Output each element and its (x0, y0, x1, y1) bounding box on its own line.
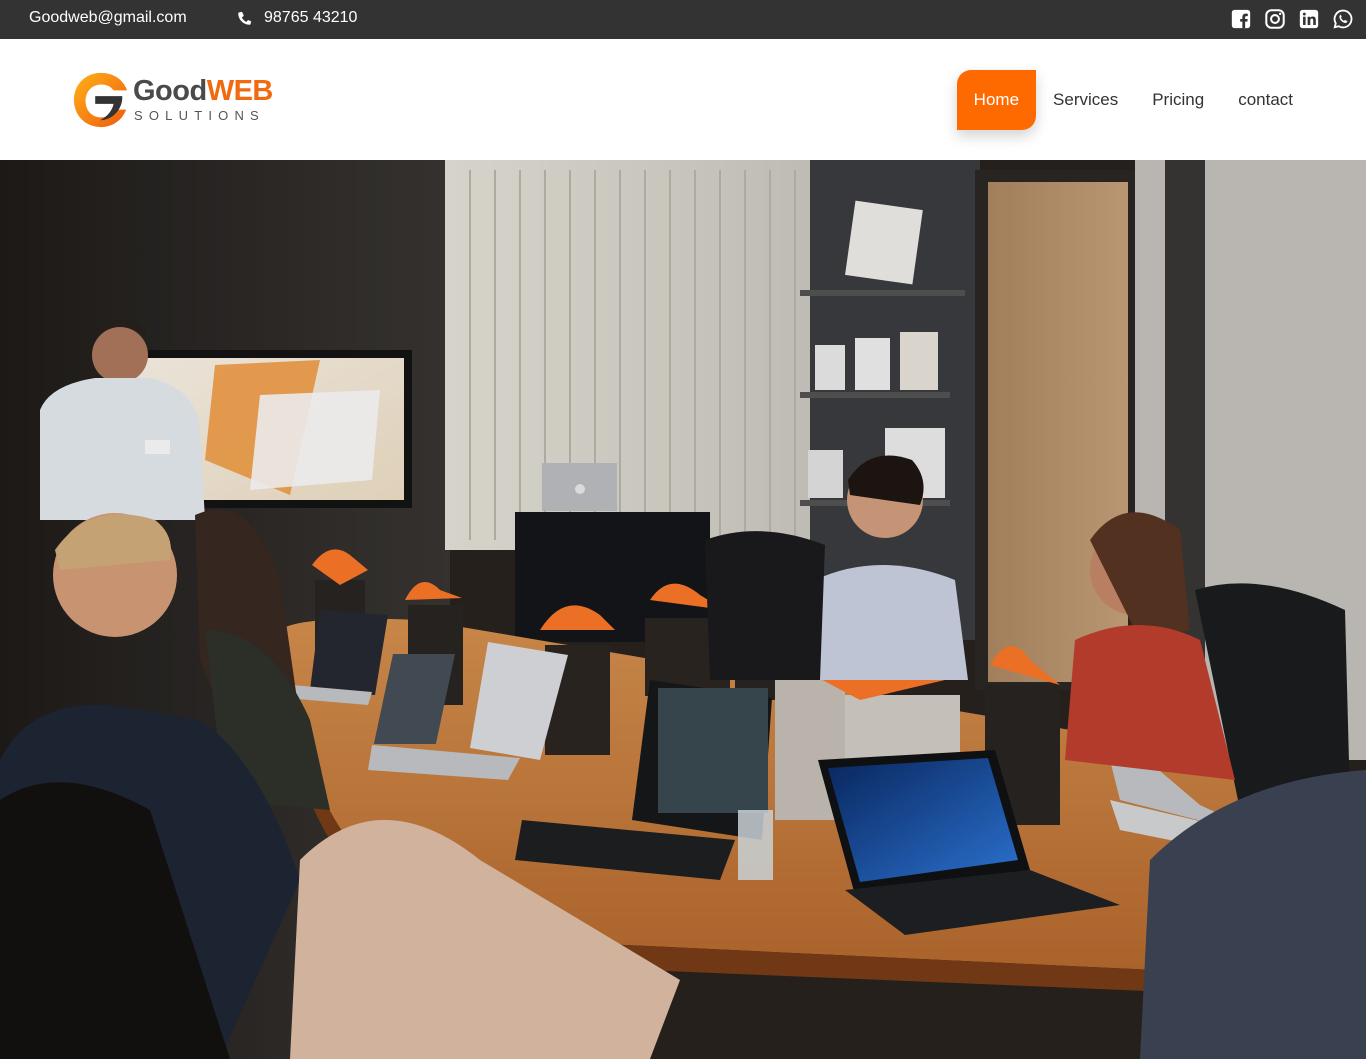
logo-tagline: SOLUTIONS (134, 108, 265, 123)
nav-home[interactable]: Home (956, 70, 1037, 130)
email-link[interactable]: Goodweb@gmail.com (29, 9, 187, 27)
hero-banner (0, 160, 1366, 1059)
linkedin-icon (1299, 9, 1319, 29)
logo-wordmark: GoodWEB (133, 75, 273, 108)
brand-logo[interactable]: GoodWEB SOLUTIONS (72, 71, 273, 131)
instagram-link[interactable] (1264, 8, 1286, 30)
logo-web-text: WEB (206, 75, 274, 107)
office-meeting-photo (0, 160, 1366, 1059)
main-navbar: GoodWEB SOLUTIONS Home Services Pricing … (0, 39, 1366, 160)
whatsapp-icon (1333, 9, 1353, 29)
nav-services[interactable]: Services (1036, 70, 1135, 130)
social-links (1218, 8, 1354, 30)
nav-pricing[interactable]: Pricing (1135, 70, 1221, 130)
phone-number: 98765 43210 (264, 9, 358, 26)
phone-contact[interactable]: 98765 43210 (236, 9, 357, 27)
whatsapp-link[interactable] (1332, 8, 1354, 30)
linkedin-link[interactable] (1298, 8, 1320, 30)
facebook-link[interactable] (1230, 8, 1252, 30)
top-contact-bar: Goodweb@gmail.com 98765 43210 (0, 0, 1366, 39)
facebook-icon (1231, 9, 1251, 29)
nav-contact[interactable]: contact (1221, 70, 1310, 130)
logo-mark-icon (73, 72, 128, 128)
logo-good-text: Good (133, 75, 207, 107)
phone-icon (238, 11, 252, 25)
instagram-icon (1265, 9, 1285, 29)
primary-menu: Home Services Pricing contact (956, 70, 1310, 130)
